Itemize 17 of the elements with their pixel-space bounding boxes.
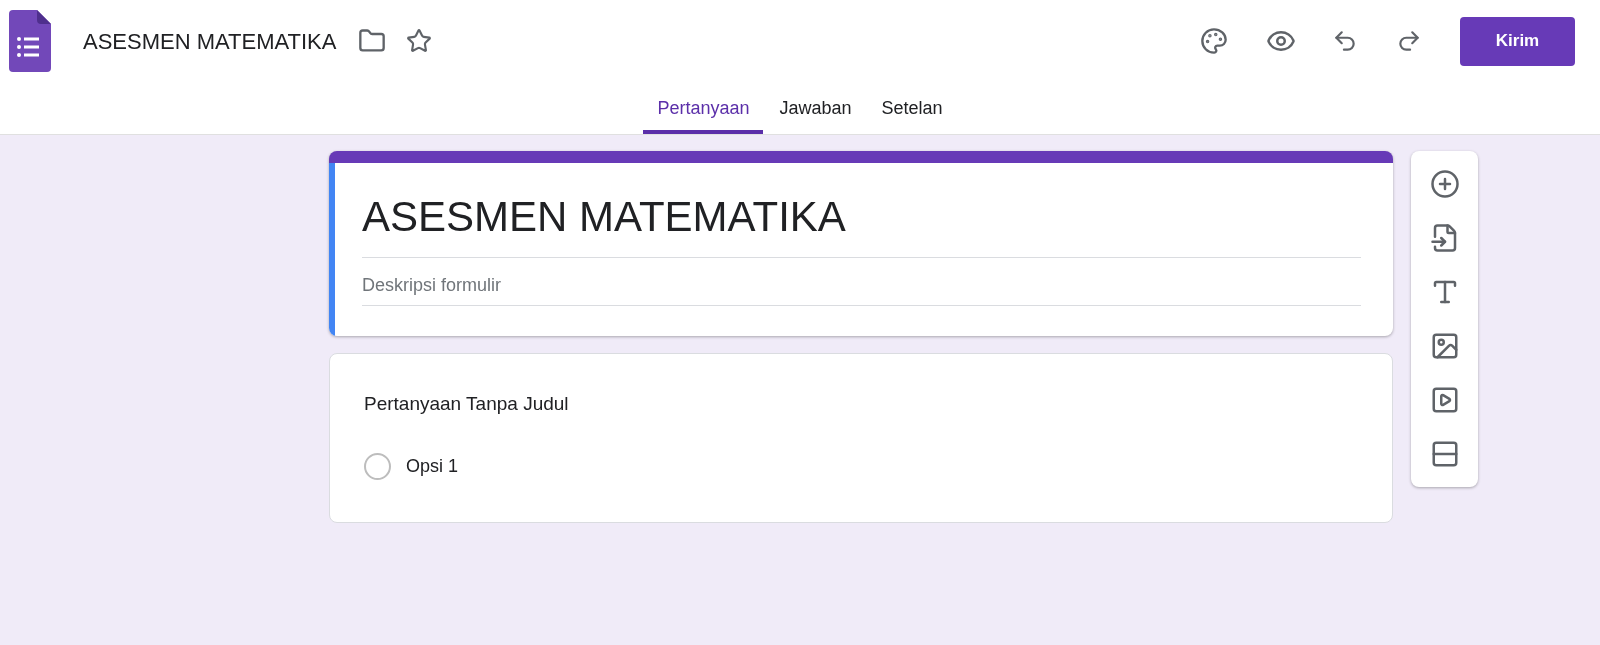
tab[interactable]: Pertanyaan [643, 82, 764, 134]
form-title-field[interactable]: ASESMEN MATEMATIKA [362, 189, 1361, 258]
star-icon[interactable] [406, 28, 433, 54]
add-circle-icon[interactable] [1429, 169, 1460, 199]
radio-button[interactable] [364, 452, 391, 480]
question-title[interactable]: Pertanyaan Tanpa Judul [364, 390, 1358, 419]
send-button[interactable]: Kirim [1460, 16, 1575, 66]
tab[interactable]: Jawaban [765, 82, 866, 134]
option-label[interactable]: Opsi 1 [406, 452, 459, 480]
tab[interactable]: Setelan [867, 82, 957, 134]
forms-logo-icon[interactable] [9, 10, 51, 72]
document-title[interactable]: ASESMEN MATEMATIKA [83, 24, 337, 58]
redo-icon[interactable] [1396, 28, 1422, 54]
form-description-field[interactable]: Deskripsi formulir [362, 272, 1361, 306]
folder-icon[interactable] [358, 27, 387, 55]
palette-icon[interactable] [1200, 27, 1228, 55]
undo-icon[interactable] [1332, 28, 1358, 54]
